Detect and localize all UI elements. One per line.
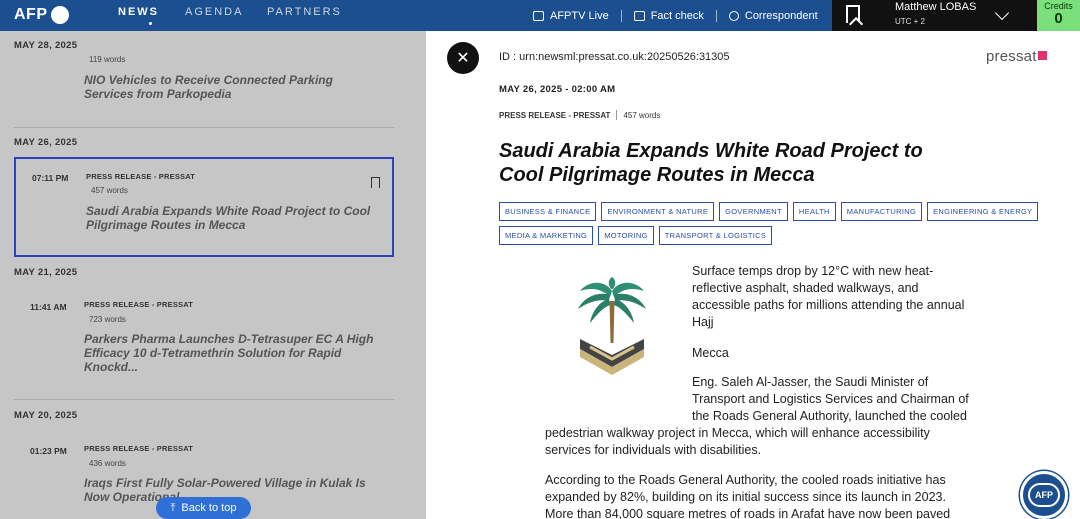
separator [616, 110, 618, 120]
afptv-live-link[interactable]: AFPTV Live [533, 10, 609, 22]
user-menu[interactable]: Matthew LOBAS UTC + 2 [832, 0, 1037, 31]
news-list-panel[interactable]: MAY 28, 2025 119 words NIO Vehicles to R… [0, 31, 426, 519]
item-time: 11:41 AM [30, 302, 67, 312]
tag-list: BUSINESS & FINANCE ENVIRONMENT & NATURE … [499, 202, 1059, 245]
afp-logo[interactable]: AFP [14, 4, 69, 26]
item-words: 436 words [89, 459, 126, 468]
lightbulb-icon [728, 10, 739, 21]
credits-value: 0 [1054, 10, 1063, 27]
brand-mark-icon [1037, 51, 1047, 60]
afptv-live-label: AFPTV Live [550, 9, 609, 22]
divider [14, 127, 394, 128]
article-paragraph: pedestrian walkway project in Mecca, whi… [545, 426, 930, 457]
separator [715, 9, 717, 22]
article-words: 457 words [623, 110, 661, 120]
top-links: AFPTV Live Fact check Correspondent [533, 0, 818, 31]
chat-bubble-icon: AFP [1028, 483, 1060, 507]
pressat-logo: pressat [986, 48, 1047, 65]
item-words: 119 words [89, 55, 126, 64]
article-dateline: Mecca [692, 346, 729, 360]
article-type: PRESS RELEASE - PRESSAT [499, 110, 611, 120]
nav-partners[interactable]: PARTNERS [267, 0, 342, 31]
item-type: PRESS RELEASE - PRESSAT [84, 444, 194, 453]
tag-transport-logistics[interactable]: TRANSPORT & LOGISTICS [658, 226, 773, 245]
brand-text: pressat [986, 48, 1037, 65]
item-words: 723 words [89, 315, 126, 324]
fact-check-link[interactable]: Fact check [633, 9, 704, 22]
nav-agenda[interactable]: AGENDA [185, 0, 267, 31]
logo-text: AFP [14, 6, 48, 23]
main-nav: NEWS AGENDA PARTNERS [118, 0, 342, 31]
tag-engineering-energy[interactable]: ENGINEERING & ENERGY [927, 202, 1039, 221]
close-icon: ✕ [456, 50, 470, 67]
credits-badge: Credits 0 [1037, 0, 1080, 31]
tag-motoring[interactable]: MOTORING [598, 226, 654, 245]
roads-authority-logo [578, 277, 646, 375]
article-paragraph: Surface temps drop by 12°C with new heat… [692, 264, 965, 329]
item-words: 457 words [91, 186, 128, 195]
tag-health[interactable]: HEALTH [792, 202, 836, 221]
user-timezone: UTC + 2 [895, 17, 926, 26]
date-header: MAY 20, 2025 [14, 410, 78, 421]
tag-media-marketing[interactable]: MEDIA & MARKETING [499, 226, 594, 245]
publish-date: MAY 26, 2025 - 02:00 AM [499, 84, 616, 95]
article-meta: PRESS RELEASE - PRESSAT 457 words [499, 110, 660, 120]
date-header: MAY 26, 2025 [14, 137, 78, 148]
item-type: PRESS RELEASE - PRESSAT [86, 172, 196, 181]
list-item[interactable]: 119 words NIO Vehicles to Receive Connec… [14, 53, 394, 113]
tag-government[interactable]: GOVERNMENT [719, 202, 788, 221]
separator [620, 9, 622, 22]
item-title: Saudi Arabia Expands White Road Project … [86, 204, 371, 232]
item-time: 07:11 PM [32, 173, 69, 183]
fact-check-icon [633, 10, 645, 21]
list-item-selected[interactable]: 07:11 PM PRESS RELEASE - PRESSAT 457 wor… [14, 157, 394, 257]
afp-chat-button[interactable]: AFP [1020, 471, 1068, 519]
article-panel: ✕ ID : urn:newsml:pressat.co.uk:20250526… [426, 31, 1080, 519]
correspondent-link[interactable]: Correspondent [728, 9, 818, 22]
arrow-up-icon: ⤒ [170, 501, 176, 514]
tag-environment-nature[interactable]: ENVIRONMENT & NATURE [601, 202, 715, 221]
tv-icon [533, 10, 544, 21]
item-title: NIO Vehicles to Receive Connected Parkin… [84, 73, 333, 101]
chevron-down-icon[interactable] [994, 5, 1010, 21]
article-paragraph: Eng. Saleh Al-Jasser, the Saudi Minister… [692, 375, 969, 423]
back-to-top-button[interactable]: ⤒ Back to top [156, 497, 251, 519]
date-header: MAY 21, 2025 [14, 267, 78, 278]
correspondent-label: Correspondent [744, 9, 818, 22]
nav-news[interactable]: NEWS [118, 0, 185, 31]
item-type: PRESS RELEASE - PRESSAT [84, 300, 194, 309]
list-item[interactable]: 11:41 AM PRESS RELEASE - PRESSAT 723 wor… [14, 289, 394, 389]
back-to-top-label: Back to top [181, 502, 237, 514]
bookmarks-icon[interactable] [846, 5, 860, 23]
close-button[interactable]: ✕ [447, 42, 479, 74]
document-id: ID : urn:newsml:pressat.co.uk:20250526:3… [499, 51, 730, 63]
date-header: MAY 28, 2025 [14, 40, 78, 51]
tag-business-finance[interactable]: BUSINESS & FINANCE [499, 202, 597, 221]
article-paragraph: According to the Roads General Authority… [545, 473, 951, 519]
tag-manufacturing[interactable]: MANUFACTURING [840, 202, 923, 221]
top-bar: AFP NEWS AGENDA PARTNERS AFPTV Live Fact… [0, 0, 1080, 31]
item-title: Parkers Pharma Launches D-Tetrasuper EC … [84, 332, 374, 374]
divider [14, 399, 394, 400]
article-headline: Saudi Arabia Expands White Road Project … [499, 140, 923, 186]
item-time: 01:23 PM [30, 446, 67, 456]
logo-circle-icon [50, 6, 69, 24]
user-name: Matthew LOBAS [895, 1, 977, 13]
bookmark-icon[interactable] [371, 177, 380, 188]
fact-check-label: Fact check [650, 9, 704, 22]
